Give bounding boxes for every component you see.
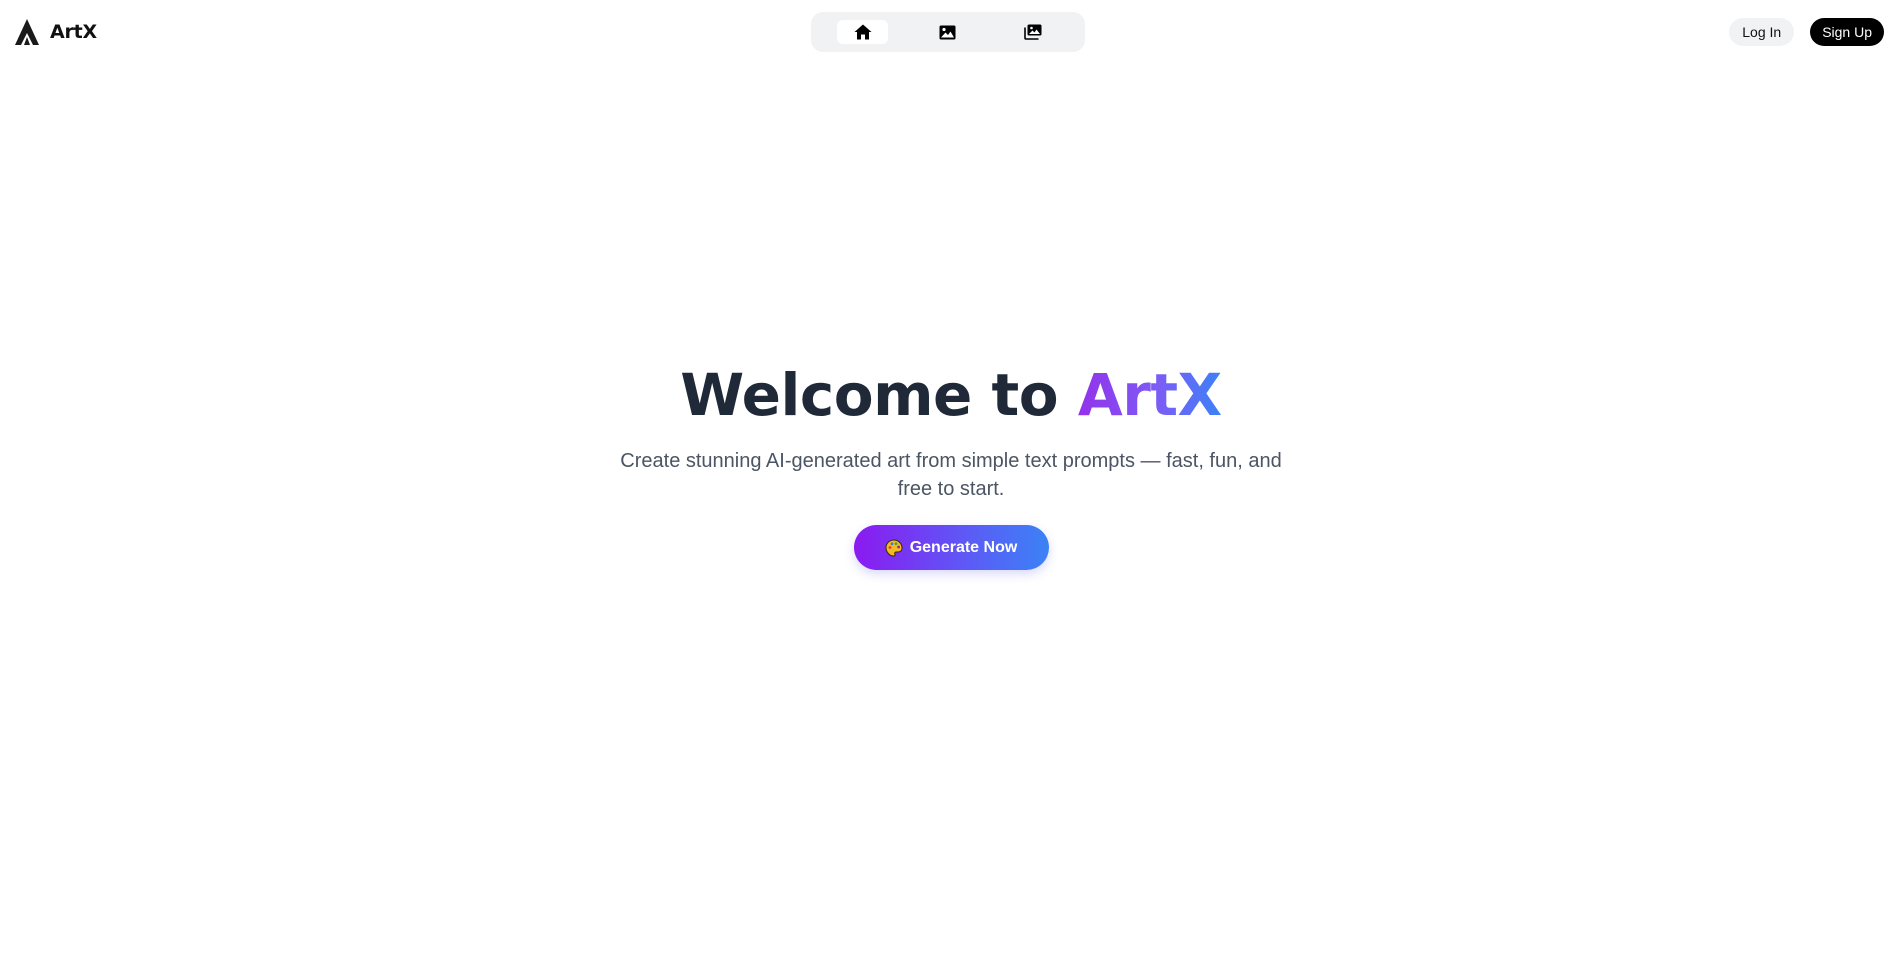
image-icon	[939, 25, 956, 39]
page: ArtX Log In Sign Up Welcome to ArtX Crea…	[0, 0, 1902, 953]
main-nav	[811, 12, 1085, 52]
top-header: ArtX Log In Sign Up	[0, 0, 1902, 64]
generate-now-label: Generate Now	[909, 538, 1018, 556]
hero-subtitle: Create stunning AI-generated art from si…	[620, 450, 1282, 500]
generate-now-button[interactable]: Generate Now	[853, 525, 1049, 570]
login-button[interactable]: Log In	[1729, 18, 1795, 46]
hero-title: Welcome to ArtX	[0, 355, 1902, 435]
signup-button[interactable]: Sign Up	[1810, 18, 1884, 46]
home-icon	[854, 24, 871, 40]
hero-section: Welcome to ArtX Create stunning AI-gener…	[0, 355, 1902, 570]
hero-title-prefix: Welcome to	[680, 361, 1078, 429]
palette-icon	[885, 538, 903, 557]
hero-title-accent: ArtX	[1077, 361, 1222, 429]
images-stack-icon	[1023, 24, 1041, 40]
nav-collection-button[interactable]	[1007, 20, 1058, 44]
auth-actions: Log In Sign Up	[1729, 18, 1884, 46]
artx-logo-icon	[15, 19, 39, 45]
brand-link[interactable]: ArtX	[14, 18, 97, 46]
brand-name: ArtX	[50, 21, 98, 43]
nav-gallery-button[interactable]	[922, 20, 973, 44]
nav-home-button[interactable]	[837, 20, 888, 44]
